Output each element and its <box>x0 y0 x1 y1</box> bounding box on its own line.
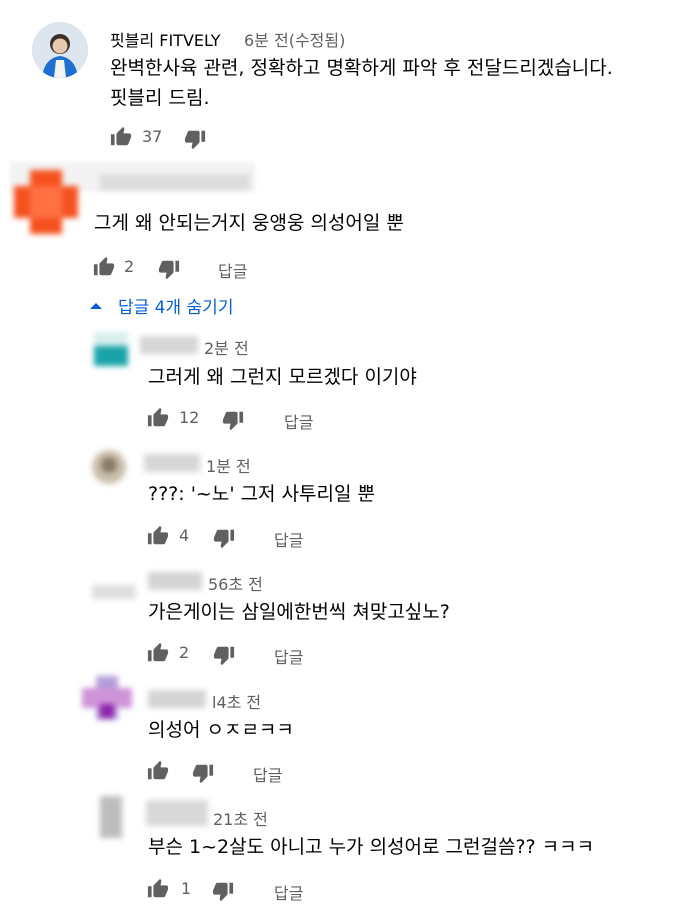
reply-time[interactable]: 1분 전 <box>206 453 251 477</box>
avatar[interactable] <box>82 676 132 720</box>
like-count: 4 <box>179 526 190 545</box>
avatar[interactable] <box>32 22 88 78</box>
like-count: 1 <box>181 879 192 898</box>
thumb-up-icon[interactable] <box>147 878 169 900</box>
reply-author-blurred[interactable] <box>140 336 198 354</box>
thumb-down-icon[interactable] <box>213 527 235 549</box>
thumb-up-icon[interactable] <box>147 407 169 429</box>
reply-button[interactable]: 답글 <box>284 409 313 433</box>
like-count: 12 <box>179 408 200 427</box>
reply-time[interactable]: 2분 전 <box>204 335 249 359</box>
avatar[interactable] <box>92 585 136 599</box>
avatar[interactable] <box>94 332 128 366</box>
thumb-down-icon[interactable] <box>192 762 214 784</box>
avatar[interactable] <box>14 170 78 234</box>
reply-text: 가은게이는 삼일에한번씩 쳐맞고싶노? <box>148 601 450 623</box>
toggle-replies-label: 답글 4개 숨기기 <box>118 297 234 318</box>
reply-button[interactable]: 답글 <box>274 527 303 551</box>
avatar-image <box>32 22 88 78</box>
reply-author-blurred[interactable] <box>148 572 202 590</box>
thumb-up-icon[interactable] <box>110 126 132 148</box>
toggle-replies-button[interactable]: 답글 4개 숨기기 <box>90 292 233 318</box>
reply-button[interactable]: 답글 <box>218 258 247 282</box>
reply-button[interactable]: 답글 <box>253 762 282 786</box>
thumb-down-icon[interactable] <box>184 128 206 150</box>
thumb-up-icon[interactable] <box>147 525 169 547</box>
thumb-up-icon[interactable] <box>147 760 169 782</box>
reply-text: 의성어 ㅇㅈㄹㅋㅋ <box>148 719 294 741</box>
avatar[interactable] <box>100 796 122 838</box>
comment-text: 그게 왜 안되는거지 웅앵웅 의성어일 뿐 <box>94 212 404 234</box>
thumb-up-icon[interactable] <box>93 256 115 278</box>
reply-author-blurred[interactable] <box>144 454 200 472</box>
comment-author[interactable]: 핏블리 FITVELY <box>110 27 221 51</box>
reply-button[interactable]: 답글 <box>274 644 303 668</box>
like-count: 2 <box>179 643 190 662</box>
reply-time[interactable]: l4초 전 <box>212 689 261 713</box>
reply-author-blurred[interactable] <box>146 800 208 826</box>
thumb-down-icon[interactable] <box>213 644 235 666</box>
thumb-down-icon[interactable] <box>158 258 180 280</box>
reply-time[interactable]: 21초 전 <box>213 806 268 830</box>
caret-up-icon <box>90 301 102 309</box>
thumb-down-icon[interactable] <box>222 409 244 431</box>
comment-time[interactable]: 6분 전(수정됨) <box>244 27 345 51</box>
comment-text-line-2: 핏블리 드림. <box>110 87 210 109</box>
avatar[interactable] <box>92 450 126 484</box>
comment-author-blurred[interactable] <box>100 174 250 190</box>
thumb-down-icon[interactable] <box>212 880 234 902</box>
reply-author-blurred[interactable] <box>148 690 206 708</box>
reply-time[interactable]: 56초 전 <box>208 571 263 595</box>
comment-text-line-1: 완벽한사육 관련, 정확하고 명확하게 파악 후 전달드리겠습니다. <box>110 57 613 79</box>
like-count: 37 <box>142 127 163 146</box>
reply-button[interactable]: 답글 <box>274 880 303 904</box>
reply-text: 부슨 1~2살도 아니고 누가 의성어로 그런걸씀?? ㅋㅋㅋ <box>148 836 595 858</box>
like-count: 2 <box>124 257 135 276</box>
thumb-up-icon[interactable] <box>147 642 169 664</box>
reply-text: 그러게 왜 그런지 모르겠다 이기야 <box>148 366 417 388</box>
reply-text: ???: '~노' 그저 사투리일 뿐 <box>148 483 376 505</box>
